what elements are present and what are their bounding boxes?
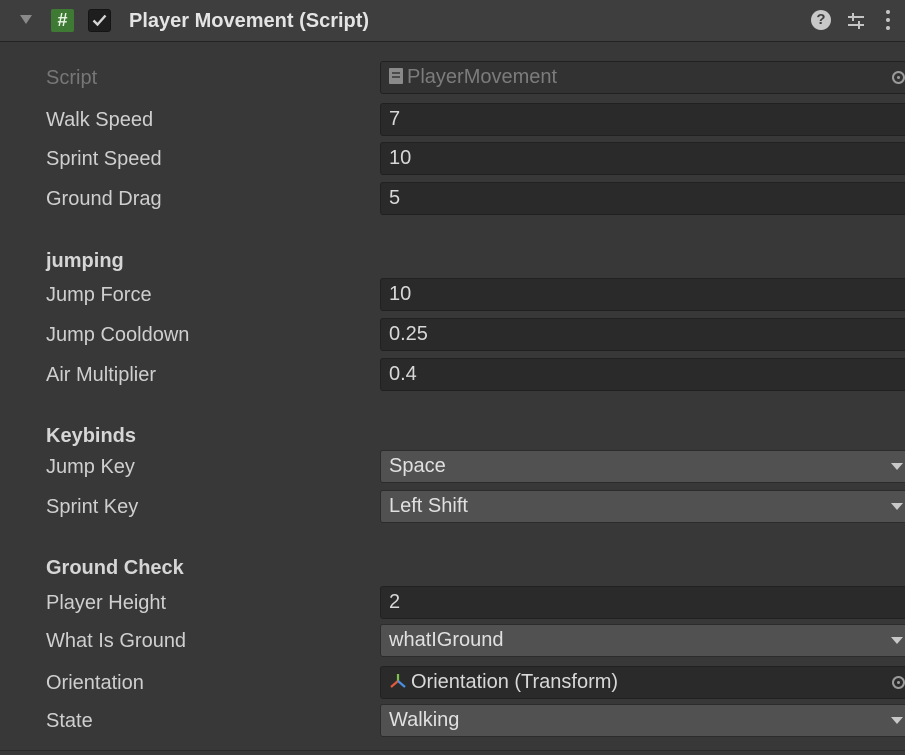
jump-force-label: Jump Force bbox=[46, 284, 152, 306]
script-label: Script bbox=[46, 67, 98, 89]
field-row-air-multiplier: Air Multiplier 0.4 bbox=[0, 355, 905, 395]
kebab-menu-icon[interactable] bbox=[886, 10, 891, 32]
section-header-keybinds: Keybinds bbox=[46, 425, 137, 447]
field-row-script: Script PlayerMovement bbox=[0, 58, 905, 98]
jump-cooldown-label: Jump Cooldown bbox=[46, 324, 190, 346]
component-header: # Player Movement (Script) ? bbox=[0, 0, 905, 42]
sprint-key-dropdown[interactable]: Left Shift bbox=[380, 490, 905, 523]
script-object-field: PlayerMovement bbox=[380, 61, 905, 94]
what-is-ground-label: What Is Ground bbox=[46, 630, 187, 652]
player-height-input[interactable]: 2 bbox=[380, 586, 905, 619]
ground-drag-input[interactable]: 5 bbox=[380, 182, 905, 215]
field-row-state: State Walking bbox=[0, 701, 905, 741]
field-row-walk-speed: Walk Speed 7 bbox=[0, 100, 905, 140]
section-header-ground-check: Ground Check bbox=[46, 557, 184, 579]
what-is-ground-dropdown[interactable]: whatIGround bbox=[380, 624, 905, 657]
script-asset-icon bbox=[389, 67, 403, 84]
jump-key-label: Jump Key bbox=[46, 456, 135, 478]
component-title: Player Movement (Script) bbox=[129, 10, 370, 32]
divider bbox=[0, 750, 905, 751]
state-dropdown[interactable]: Walking bbox=[380, 704, 905, 737]
section-header-jumping: jumping bbox=[46, 250, 124, 272]
walk-speed-input[interactable]: 7 bbox=[380, 103, 905, 136]
jump-key-dropdown[interactable]: Space bbox=[380, 450, 905, 483]
field-row-sprint-key: Sprint Key Left Shift bbox=[0, 487, 905, 527]
object-picker-icon[interactable] bbox=[892, 71, 905, 84]
sprint-speed-label: Sprint Speed bbox=[46, 148, 162, 170]
preset-icon[interactable] bbox=[846, 11, 866, 31]
field-row-jump-cooldown: Jump Cooldown 0.25 bbox=[0, 315, 905, 355]
chevron-down-icon bbox=[891, 637, 903, 644]
checkmark-icon bbox=[92, 14, 107, 27]
sprint-key-label: Sprint Key bbox=[46, 496, 139, 518]
walk-speed-label: Walk Speed bbox=[46, 109, 154, 131]
chevron-down-icon bbox=[891, 503, 903, 510]
air-multiplier-input[interactable]: 0.4 bbox=[380, 358, 905, 391]
sprint-speed-input[interactable]: 10 bbox=[380, 142, 905, 175]
transform-icon bbox=[390, 673, 406, 688]
object-picker-icon[interactable] bbox=[892, 676, 905, 689]
foldout-arrow-icon[interactable] bbox=[20, 15, 32, 24]
ground-drag-label: Ground Drag bbox=[46, 188, 162, 210]
field-row-jump-key: Jump Key Space bbox=[0, 447, 905, 487]
enable-checkbox[interactable] bbox=[88, 9, 111, 32]
chevron-down-icon bbox=[891, 463, 903, 470]
jump-cooldown-input[interactable]: 0.25 bbox=[380, 318, 905, 351]
field-row-what-is-ground: What Is Ground whatIGround bbox=[0, 621, 905, 661]
player-height-label: Player Height bbox=[46, 592, 167, 614]
field-row-sprint-speed: Sprint Speed 10 bbox=[0, 139, 905, 179]
jump-force-input[interactable]: 10 bbox=[380, 278, 905, 311]
chevron-down-icon bbox=[891, 717, 903, 724]
script-hash-icon: # bbox=[51, 9, 74, 32]
help-icon[interactable]: ? bbox=[811, 10, 831, 30]
script-value: PlayerMovement bbox=[407, 66, 558, 88]
orientation-object-field[interactable]: Orientation (Transform) bbox=[380, 666, 905, 699]
field-row-player-height: Player Height 2 bbox=[0, 583, 905, 623]
field-row-orientation: Orientation Orientation (Transform) bbox=[0, 663, 905, 703]
orientation-label: Orientation bbox=[46, 672, 144, 694]
orientation-value: Orientation (Transform) bbox=[411, 671, 619, 693]
air-multiplier-label: Air Multiplier bbox=[46, 364, 157, 386]
state-label: State bbox=[46, 710, 93, 732]
field-row-ground-drag: Ground Drag 5 bbox=[0, 179, 905, 219]
field-row-jump-force: Jump Force 10 bbox=[0, 275, 905, 315]
